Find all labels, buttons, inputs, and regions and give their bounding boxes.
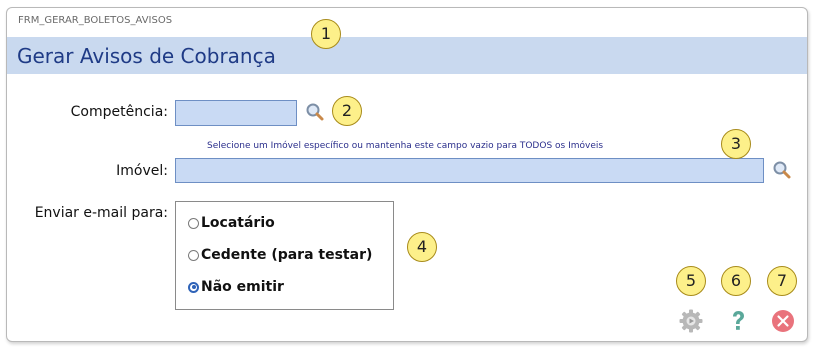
callout-badge-4: 4 xyxy=(407,232,437,262)
imovel-hint: Selecione um Imóvel específico ou manten… xyxy=(207,141,604,151)
competencia-search-icon[interactable] xyxy=(305,102,325,122)
radio-label: Locatário xyxy=(201,215,275,231)
radio-button-selected[interactable] xyxy=(188,281,199,293)
radio-label: Não emitir xyxy=(201,279,284,295)
radio-option-locatario[interactable]: Locatário xyxy=(188,212,275,234)
form-window: FRM_GERAR_BOLETOS_AVISOS Gerar Avisos de… xyxy=(6,7,808,342)
callout-badge-6: 6 xyxy=(721,266,751,296)
callout-badge-2: 2 xyxy=(332,96,362,126)
radio-button[interactable] xyxy=(188,249,199,261)
imovel-label: Imóvel: xyxy=(116,163,168,179)
question-icon[interactable] xyxy=(725,308,751,334)
radio-label: Cedente (para testar) xyxy=(201,247,373,263)
enviar-email-radio-group: Locatário Cedente (para testar) Não emit… xyxy=(175,201,394,310)
imovel-input[interactable] xyxy=(175,158,764,183)
competencia-label: Competência: xyxy=(70,104,168,120)
page-title: Gerar Avisos de Cobrança xyxy=(17,44,276,68)
form-identifier: FRM_GERAR_BOLETOS_AVISOS xyxy=(18,15,173,26)
radio-option-cedente[interactable]: Cedente (para testar) xyxy=(188,244,372,266)
close-icon[interactable] xyxy=(770,308,796,334)
callout-badge-1: 1 xyxy=(311,19,341,49)
radio-button[interactable] xyxy=(188,217,199,229)
enviar-email-label: Enviar e-mail para: xyxy=(34,205,168,221)
gear-icon[interactable] xyxy=(678,308,704,334)
competencia-input[interactable] xyxy=(175,100,297,126)
callout-badge-5: 5 xyxy=(676,266,706,296)
callout-badge-3: 3 xyxy=(721,129,751,159)
imovel-search-icon[interactable] xyxy=(772,160,792,180)
radio-option-nao-emitir[interactable]: Não emitir xyxy=(188,276,284,298)
callout-badge-7: 7 xyxy=(767,266,797,296)
title-bar: Gerar Avisos de Cobrança xyxy=(7,37,807,74)
